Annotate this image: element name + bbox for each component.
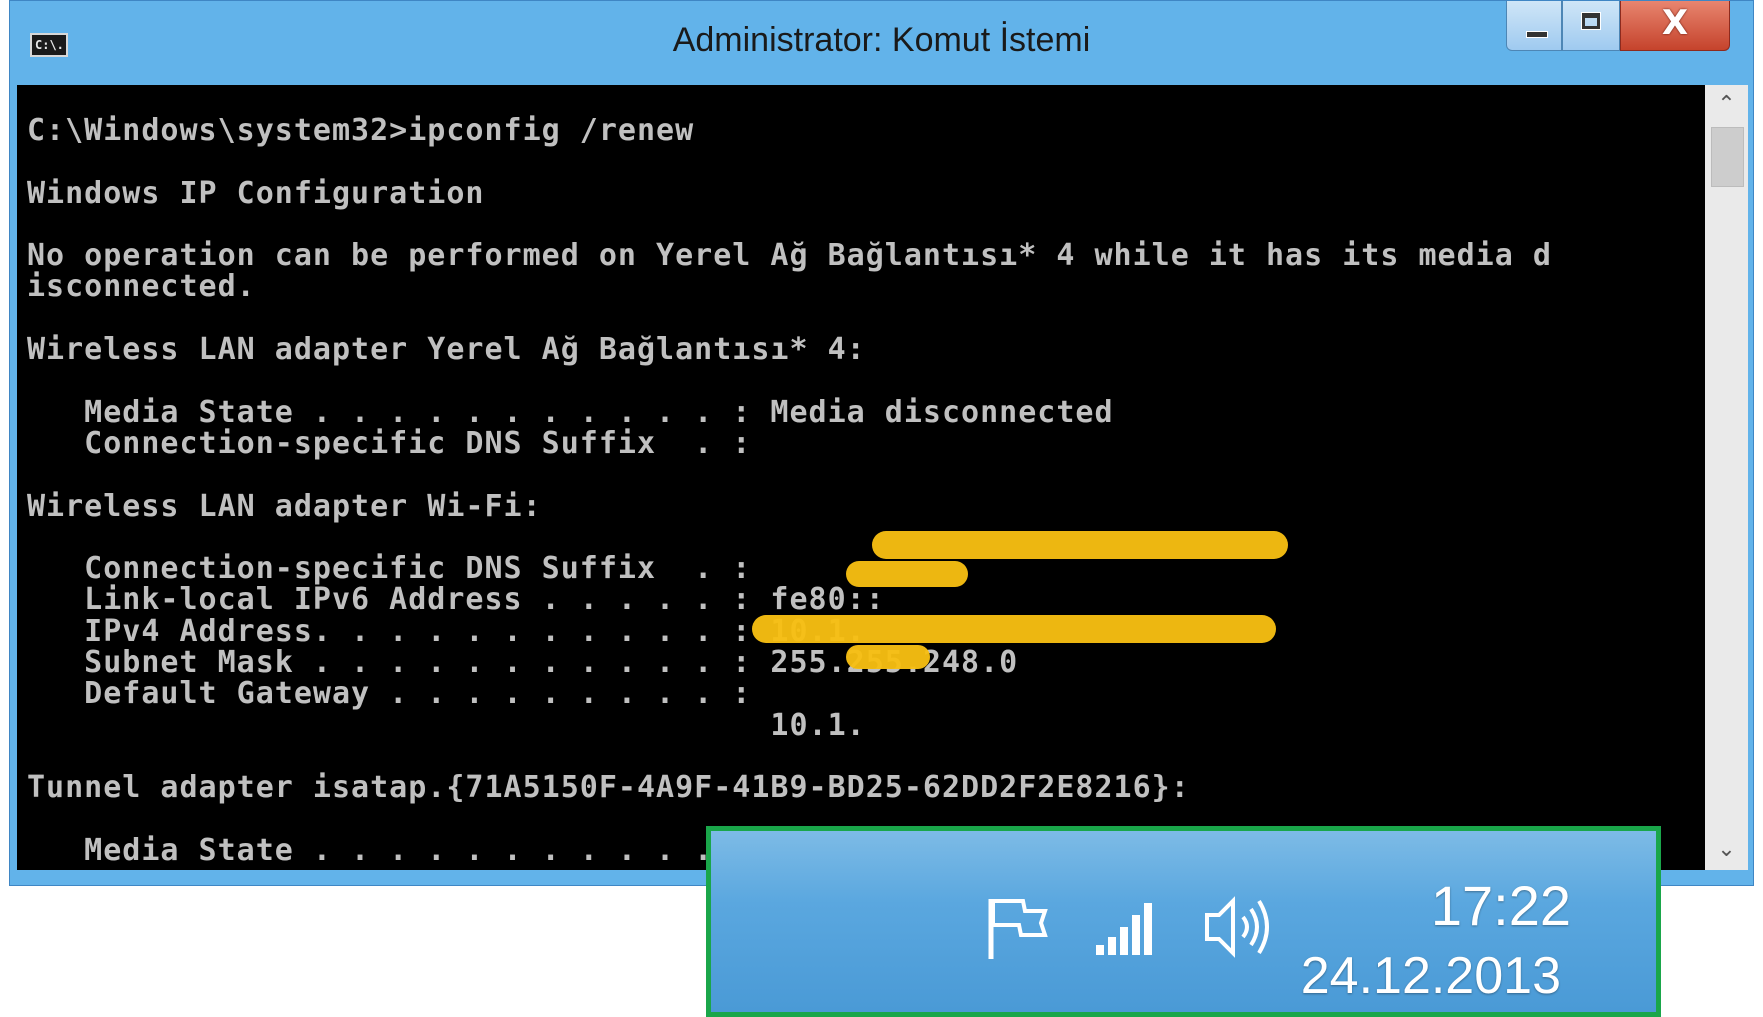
flag-icon[interactable] bbox=[981, 893, 1051, 963]
close-icon: X bbox=[1661, 3, 1689, 43]
vertical-scrollbar[interactable]: ⌃ ⌄ bbox=[1705, 85, 1748, 870]
console-text: C:\Windows\system32>ipconfig /renew Wind… bbox=[27, 113, 1552, 868]
maximize-button[interactable] bbox=[1562, 1, 1620, 51]
console-output[interactable]: C:\Windows\system32>ipconfig /renew Wind… bbox=[17, 85, 1705, 870]
redaction-ipv4 bbox=[846, 561, 968, 587]
taskbar-notification-area: 17:22 24.12.2013 bbox=[706, 826, 1661, 1017]
scroll-down-button[interactable]: ⌄ bbox=[1705, 830, 1748, 870]
window-title: Administrator: Komut İstemi bbox=[672, 21, 1091, 59]
signal-icon[interactable] bbox=[1094, 901, 1160, 957]
title-bar[interactable]: C:\. Administrator: Komut İstemi bbox=[10, 1, 1753, 85]
minimize-icon bbox=[1526, 31, 1548, 38]
volume-icon[interactable] bbox=[1201, 889, 1277, 965]
clock-time[interactable]: 17:22 bbox=[1431, 873, 1571, 938]
scroll-thumb[interactable] bbox=[1711, 127, 1744, 187]
close-button[interactable]: X bbox=[1620, 1, 1730, 51]
clock-date[interactable]: 24.12.2013 bbox=[1301, 946, 1561, 1006]
redaction-gateway-ipv4 bbox=[846, 645, 930, 669]
redaction-ipv6 bbox=[872, 531, 1288, 559]
minimize-button[interactable] bbox=[1506, 1, 1562, 51]
maximize-icon bbox=[1582, 13, 1600, 29]
redaction-gateway-ipv6 bbox=[752, 615, 1276, 643]
command-prompt-window: C:\. Administrator: Komut İstemi X C:\Wi… bbox=[9, 0, 1754, 886]
scroll-up-button[interactable]: ⌃ bbox=[1705, 85, 1748, 125]
